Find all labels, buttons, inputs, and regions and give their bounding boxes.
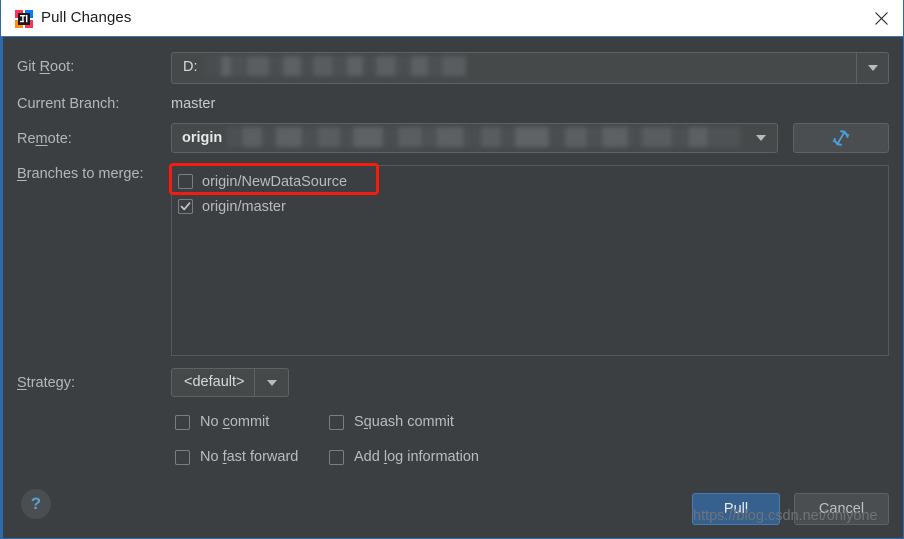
- help-button[interactable]: ?: [21, 489, 51, 519]
- no-fast-forward-label: No fast forward: [200, 449, 299, 465]
- check-icon: [180, 202, 191, 211]
- question-mark-icon: ?: [30, 494, 42, 513]
- close-icon[interactable]: [858, 0, 903, 36]
- branch-name: origin/NewDataSource: [202, 173, 348, 190]
- squash-commit-checkbox-row[interactable]: Squash commit: [329, 414, 454, 430]
- remote-value: origin: [182, 130, 223, 146]
- add-log-information-checkbox[interactable]: [329, 449, 344, 465]
- branch-checkbox-unchecked[interactable]: [178, 174, 193, 189]
- git-root-redacted-value: [204, 56, 466, 76]
- branch-checkbox-checked[interactable]: [178, 199, 193, 214]
- branches-list[interactable]: origin/NewDataSource origin/master: [171, 165, 889, 356]
- remote-redacted-value: [227, 127, 741, 147]
- remote-label: Remote:: [17, 131, 72, 147]
- current-branch-value: master: [171, 96, 216, 112]
- no-fast-forward-checkbox-row[interactable]: No fast forward: [175, 449, 298, 465]
- refresh-icon: [832, 130, 850, 146]
- title-bar: Pull Changes: [1, 0, 903, 37]
- branch-name: origin/master: [202, 198, 286, 215]
- no-fast-forward-checkbox[interactable]: [175, 449, 190, 465]
- list-item[interactable]: origin/master: [172, 194, 888, 219]
- pull-button[interactable]: Pull: [692, 493, 780, 525]
- no-commit-checkbox[interactable]: [175, 414, 190, 430]
- squash-commit-label: Squash commit: [354, 414, 454, 430]
- pull-changes-dialog: Pull Changes Git Root: D: Current Branch…: [0, 0, 904, 539]
- git-root-value: D:: [183, 59, 198, 75]
- chevron-down-icon[interactable]: [856, 53, 888, 83]
- add-log-information-checkbox-row[interactable]: Add log information: [329, 449, 479, 465]
- add-log-information-label: Add log information: [354, 449, 479, 465]
- no-commit-label: No commit: [200, 414, 270, 430]
- intellij-idea-icon: [15, 10, 33, 28]
- branches-to-merge-label: Branches to merge:: [17, 166, 144, 182]
- list-item[interactable]: origin/NewDataSource: [172, 169, 888, 194]
- window-title: Pull Changes: [41, 9, 132, 26]
- refresh-remotes-button[interactable]: [793, 123, 889, 153]
- no-commit-checkbox-row[interactable]: No commit: [175, 414, 269, 430]
- git-root-label: Git Root:: [17, 59, 75, 75]
- strategy-combo[interactable]: <default>: [171, 368, 289, 397]
- chevron-down-icon[interactable]: [254, 369, 288, 396]
- squash-commit-checkbox[interactable]: [329, 414, 344, 430]
- dialog-left-accent: [1, 37, 3, 538]
- strategy-value: <default>: [184, 374, 245, 390]
- strategy-label: Strategy:: [17, 375, 76, 391]
- chevron-down-icon[interactable]: [745, 124, 777, 152]
- cancel-button[interactable]: Cancel: [794, 493, 889, 525]
- current-branch-label: Current Branch:: [17, 96, 120, 112]
